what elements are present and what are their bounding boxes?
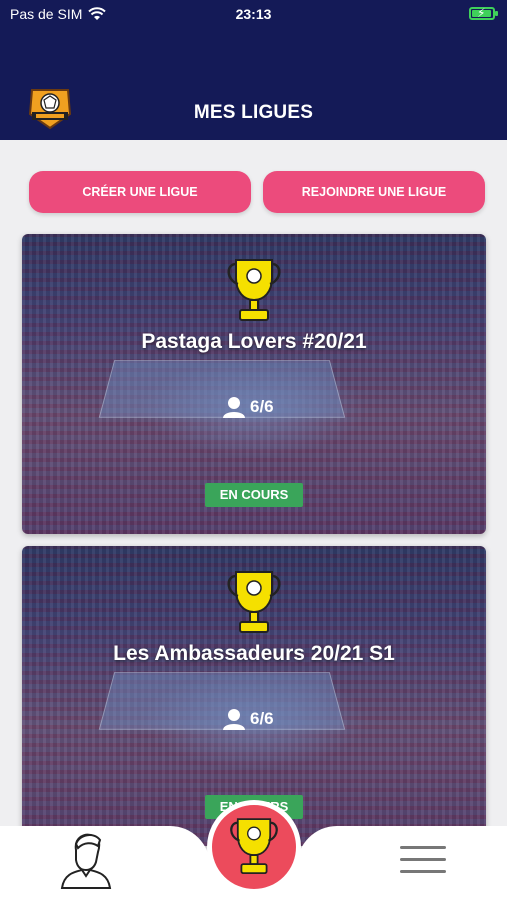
menu-icon[interactable] — [400, 846, 446, 874]
member-count: 6/6 — [222, 708, 274, 730]
trophy-icon — [227, 571, 281, 633]
trophy-icon — [227, 259, 281, 321]
profile-icon[interactable] — [60, 830, 112, 890]
league-name: Les Ambassadeurs 20/21 S1 — [113, 642, 395, 665]
clock: 23:13 — [235, 6, 272, 22]
user-icon — [223, 709, 245, 730]
create-league-button[interactable]: CRÉER UNE LIGUE — [29, 171, 251, 213]
status-badge: EN COURS — [205, 483, 303, 507]
status-bar: Pas de SIM 23:13 ⚡ — [0, 4, 507, 24]
trophy-icon — [230, 818, 278, 874]
user-icon — [223, 397, 245, 418]
member-count-label: 6/6 — [250, 397, 274, 416]
league-name: Pastaga Lovers #20/21 — [141, 330, 367, 353]
top-bar: Pas de SIM 23:13 ⚡ MES LIGUES — [0, 0, 507, 140]
join-league-button[interactable]: REJOINDRE UNE LIGUE — [263, 171, 485, 213]
member-count-label: 6/6 — [250, 709, 274, 728]
league-card[interactable]: Pastaga Lovers #20/21 6/6 EN COURS — [22, 234, 486, 534]
member-count: 6/6 — [222, 396, 274, 418]
battery-icon: ⚡ — [469, 6, 498, 20]
leagues-tab-button[interactable] — [207, 800, 301, 894]
page-title: MES LIGUES — [193, 102, 314, 123]
